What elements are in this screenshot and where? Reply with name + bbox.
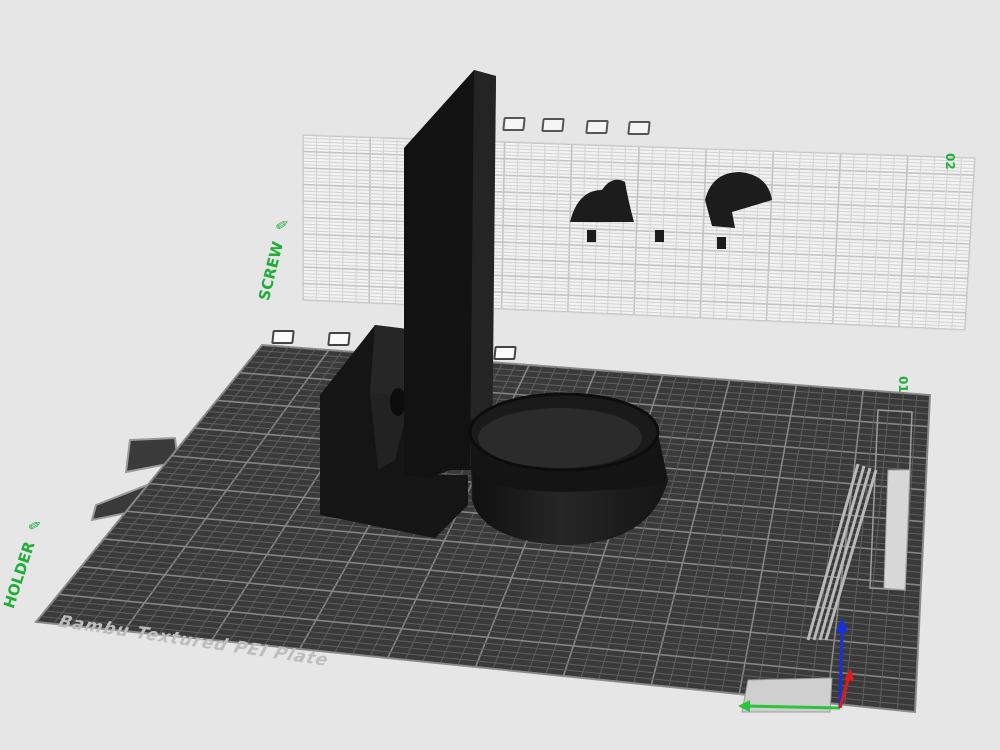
plate-02-bed[interactable] bbox=[302, 134, 976, 331]
plate-01-delete-icon[interactable] bbox=[271, 330, 295, 344]
plate-02-lock-icon[interactable] bbox=[585, 120, 609, 134]
screw-peg-2[interactable] bbox=[655, 230, 664, 242]
plate-01-settings-icon[interactable] bbox=[493, 346, 517, 360]
plate-01-number: 01 bbox=[896, 376, 910, 393]
screw-peg-3[interactable] bbox=[717, 237, 726, 249]
plate-02-settings-icon[interactable] bbox=[627, 121, 651, 135]
plate-01-arrange-icon[interactable] bbox=[327, 332, 351, 346]
plate-02-orient-icon[interactable] bbox=[541, 118, 565, 132]
plate-02-arrange-icon[interactable] bbox=[502, 117, 526, 131]
plate-02-number: 02 bbox=[943, 153, 957, 170]
screw-peg-1[interactable] bbox=[587, 230, 596, 242]
